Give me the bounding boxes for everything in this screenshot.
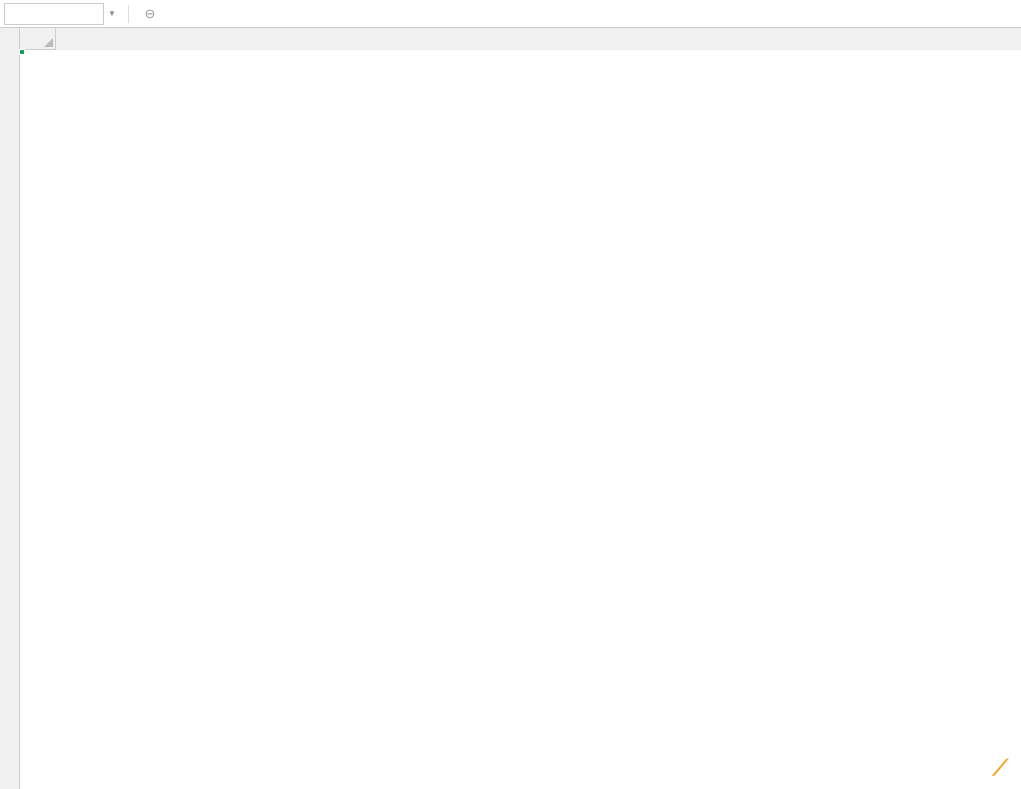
cell-ref-dropdown-icon[interactable]: ▼ [108, 9, 120, 18]
outline-levels[interactable] [0, 28, 20, 50]
row-outline-gutter [0, 28, 20, 789]
select-all-corner[interactable] [20, 28, 56, 50]
formula-input[interactable] [187, 3, 1017, 25]
column-headers [20, 28, 1021, 50]
formula-bar: ▼ ⊖ [0, 0, 1021, 28]
grid-wrapper [0, 28, 1021, 789]
cell-reference-box[interactable] [4, 3, 104, 25]
selection-box [20, 50, 24, 54]
divider [128, 5, 129, 23]
cancel-formula-icon[interactable]: ⊖ [137, 6, 163, 22]
spreadsheet-grid[interactable] [20, 28, 1021, 789]
